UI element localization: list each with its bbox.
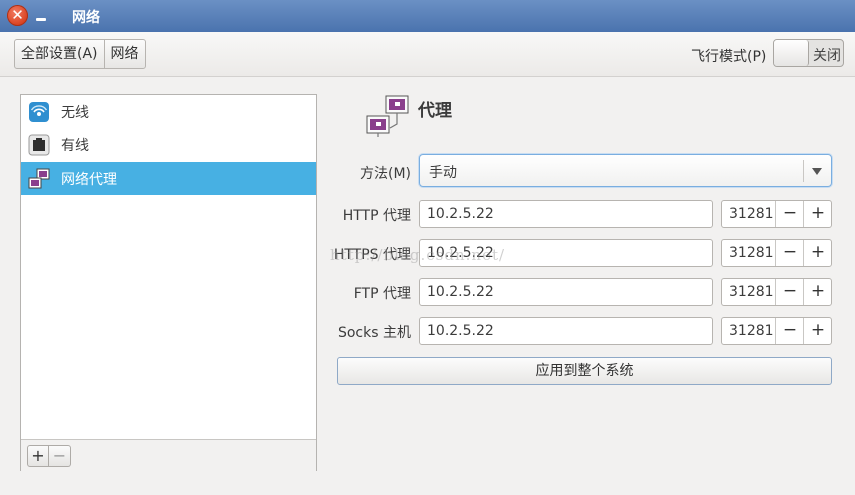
chevron-down-icon[interactable] bbox=[812, 168, 822, 175]
port-decrement-button[interactable]: − bbox=[775, 201, 804, 227]
host-value: 10.2.5.22 bbox=[427, 245, 494, 261]
sidebar-item-wireless[interactable]: 无线 bbox=[21, 95, 316, 128]
airplane-mode-state: 关闭 bbox=[813, 48, 841, 64]
port-decrement-button[interactable]: − bbox=[775, 240, 804, 266]
port-increment-button[interactable]: + bbox=[803, 279, 832, 305]
dropdown-divider bbox=[803, 160, 804, 182]
socks-host-input[interactable]: 10.2.5.22 bbox=[419, 317, 713, 345]
https-proxy-label: HTTPS 代理 bbox=[333, 247, 411, 263]
airplane-mode-label: 飞行模式(P) bbox=[691, 49, 767, 65]
method-label: 方法(M) bbox=[360, 166, 412, 182]
method-dropdown[interactable]: 手动 bbox=[419, 154, 832, 187]
apply-system-wide-button[interactable]: 应用到整个系统 bbox=[337, 357, 832, 385]
sidebar-footer: + − bbox=[21, 439, 316, 471]
sidebar-item-label: 有线 bbox=[61, 138, 89, 154]
wireless-icon bbox=[29, 102, 49, 122]
network-proxy-icon bbox=[28, 168, 50, 189]
port-increment-button[interactable]: + bbox=[803, 201, 832, 227]
host-value: 10.2.5.22 bbox=[427, 284, 494, 300]
http-proxy-label: HTTP 代理 bbox=[342, 208, 411, 224]
port-value[interactable]: 31281 bbox=[729, 206, 774, 222]
ftp-proxy-port-stepper[interactable]: 31281 − + bbox=[721, 278, 832, 306]
sidebar-item-label: 网络代理 bbox=[61, 172, 117, 188]
ftp-proxy-host-input[interactable]: 10.2.5.22 bbox=[419, 278, 713, 306]
ftp-proxy-label: FTP 代理 bbox=[353, 286, 411, 302]
port-decrement-button[interactable]: − bbox=[775, 279, 804, 305]
sidebar-item-network-proxy[interactable]: 网络代理 bbox=[21, 162, 316, 195]
airplane-mode-switch[interactable]: 关闭 bbox=[773, 39, 844, 67]
add-connection-button[interactable]: + bbox=[27, 445, 49, 467]
http-proxy-host-input[interactable]: 10.2.5.22 bbox=[419, 200, 713, 228]
http-proxy-port-stepper[interactable]: 31281 − + bbox=[721, 200, 832, 228]
http-proxy-row: HTTP 代理 10.2.5.22 31281 − + bbox=[0, 200, 855, 228]
title-bar: ✕ 网络 bbox=[0, 0, 855, 32]
window-title: 网络 bbox=[72, 10, 100, 26]
host-value: 10.2.5.22 bbox=[427, 323, 494, 339]
all-settings-button[interactable]: 全部设置(A) bbox=[15, 40, 104, 68]
socks-host-row: Socks 主机 10.2.5.22 31281 − + bbox=[0, 317, 855, 345]
sidebar-item-label: 无线 bbox=[61, 105, 89, 121]
port-value[interactable]: 31281 bbox=[729, 245, 774, 261]
minimize-window-button[interactable] bbox=[36, 18, 46, 21]
wired-icon bbox=[28, 134, 50, 156]
socks-host-label: Socks 主机 bbox=[337, 325, 411, 341]
toolbar: 全部设置(A) 网络 飞行模式(P) bbox=[0, 32, 855, 77]
proxy-icon bbox=[366, 95, 409, 137]
sidebar-item-wired[interactable]: 有线 bbox=[21, 128, 316, 161]
port-increment-button[interactable]: + bbox=[803, 240, 832, 266]
close-window-button[interactable]: ✕ bbox=[7, 5, 28, 26]
proxy-section-title: 代理 bbox=[418, 101, 452, 121]
https-proxy-host-input[interactable]: 10.2.5.22 bbox=[419, 239, 713, 267]
host-value: 10.2.5.22 bbox=[427, 206, 494, 222]
breadcrumb: 全部设置(A) 网络 bbox=[14, 39, 146, 69]
https-proxy-port-stepper[interactable]: 31281 − + bbox=[721, 239, 832, 267]
ftp-proxy-row: FTP 代理 10.2.5.22 31281 − + bbox=[0, 278, 855, 306]
socks-port-stepper[interactable]: 31281 − + bbox=[721, 317, 832, 345]
port-decrement-button[interactable]: − bbox=[775, 318, 804, 344]
port-increment-button[interactable]: + bbox=[803, 318, 832, 344]
port-value[interactable]: 31281 bbox=[729, 284, 774, 300]
switch-knob[interactable] bbox=[774, 40, 809, 66]
port-value[interactable]: 31281 bbox=[729, 323, 774, 339]
current-panel-crumb[interactable]: 网络 bbox=[103, 40, 145, 68]
method-value: 手动 bbox=[429, 165, 457, 181]
remove-connection-button[interactable]: − bbox=[49, 445, 71, 467]
https-proxy-row: HTTPS 代理 10.2.5.22 31281 − + bbox=[0, 239, 855, 267]
